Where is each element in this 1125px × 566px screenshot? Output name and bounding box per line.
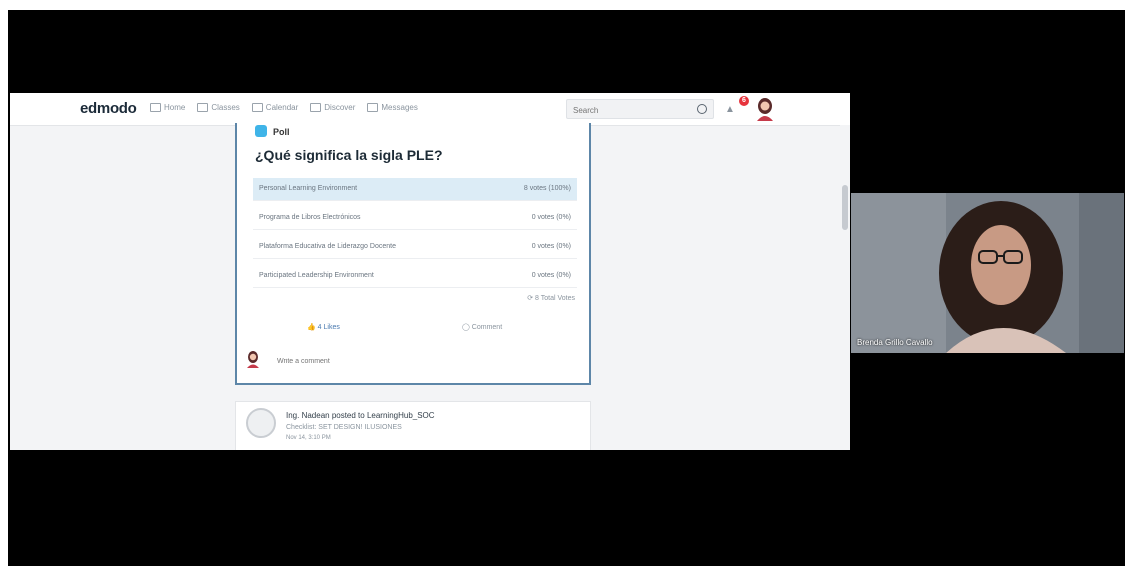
total-votes: ⟳ 8 Total Votes: [527, 295, 575, 302]
classes-icon: [197, 103, 209, 112]
nav-calendar[interactable]: Calendar: [251, 103, 298, 112]
commenter-avatar: [247, 351, 259, 368]
edmodo-logo[interactable]: edmodo: [80, 100, 137, 117]
shared-screen: edmodo Home Classes Calendar Discover Me…: [10, 93, 850, 450]
poll-option[interactable]: Programa de Libros Electrónicos 0 votes …: [253, 207, 577, 230]
nav-messages[interactable]: Messages: [367, 103, 418, 112]
search-box: [566, 99, 714, 120]
scrollbar-thumb[interactable]: [842, 185, 848, 230]
comment-input[interactable]: [275, 354, 529, 368]
calendar-icon: [251, 103, 263, 112]
search-input[interactable]: [567, 101, 699, 120]
poll-option[interactable]: Participated Leadership Environment 0 vo…: [253, 265, 577, 288]
poll-card: Poll ¿Qué significa la sigla PLE? Person…: [235, 123, 591, 385]
presenter-video-frame: [851, 193, 1124, 353]
home-icon: [150, 103, 161, 112]
top-navigation-bar: edmodo Home Classes Calendar Discover Me…: [10, 93, 850, 126]
post-author-avatar[interactable]: [246, 408, 276, 438]
next-post-card: Ing. Nadean posted to LearningHub_SOC Ch…: [235, 401, 591, 450]
like-button[interactable]: 👍 4 Likes: [307, 323, 340, 331]
poll-question: ¿Qué significa la sigla PLE?: [255, 147, 443, 163]
poll-icon: [255, 125, 267, 137]
thumbs-up-icon: 👍: [307, 324, 316, 331]
nav-home[interactable]: Home: [150, 103, 185, 112]
participant-name: Brenda Grillo Cavallo: [857, 338, 933, 347]
bell-icon[interactable]: ▲: [725, 104, 735, 115]
notification-badge: 6: [739, 96, 749, 106]
user-avatar[interactable]: [754, 97, 776, 121]
poll-label: Poll: [273, 127, 290, 137]
webcam-video: Brenda Grillo Cavallo: [851, 193, 1124, 353]
poll-option[interactable]: Personal Learning Environment 8 votes (1…: [253, 178, 577, 201]
poll-options: Personal Learning Environment 8 votes (1…: [253, 178, 577, 294]
main-nav: Home Classes Calendar Discover Messages: [150, 103, 418, 112]
messages-icon: [367, 103, 379, 112]
search-icon[interactable]: [697, 104, 707, 114]
discover-icon: [310, 103, 322, 112]
page-scrollbar[interactable]: [840, 125, 850, 450]
comment-icon: ◯: [462, 324, 470, 331]
nav-discover[interactable]: Discover: [310, 103, 355, 112]
comment-bar: [245, 348, 575, 372]
post-header[interactable]: Ing. Nadean posted to LearningHub_SOC: [286, 411, 435, 420]
post-timestamp: Nov 14, 3:10 PM: [286, 435, 331, 441]
poll-option[interactable]: Plataforma Educativa de Liderazgo Docent…: [253, 236, 577, 259]
nav-classes[interactable]: Classes: [197, 103, 240, 112]
comment-button[interactable]: ◯ Comment: [462, 323, 502, 331]
post-subtitle: Checklist: SET DESIGN! ILUSIONES: [286, 424, 402, 431]
